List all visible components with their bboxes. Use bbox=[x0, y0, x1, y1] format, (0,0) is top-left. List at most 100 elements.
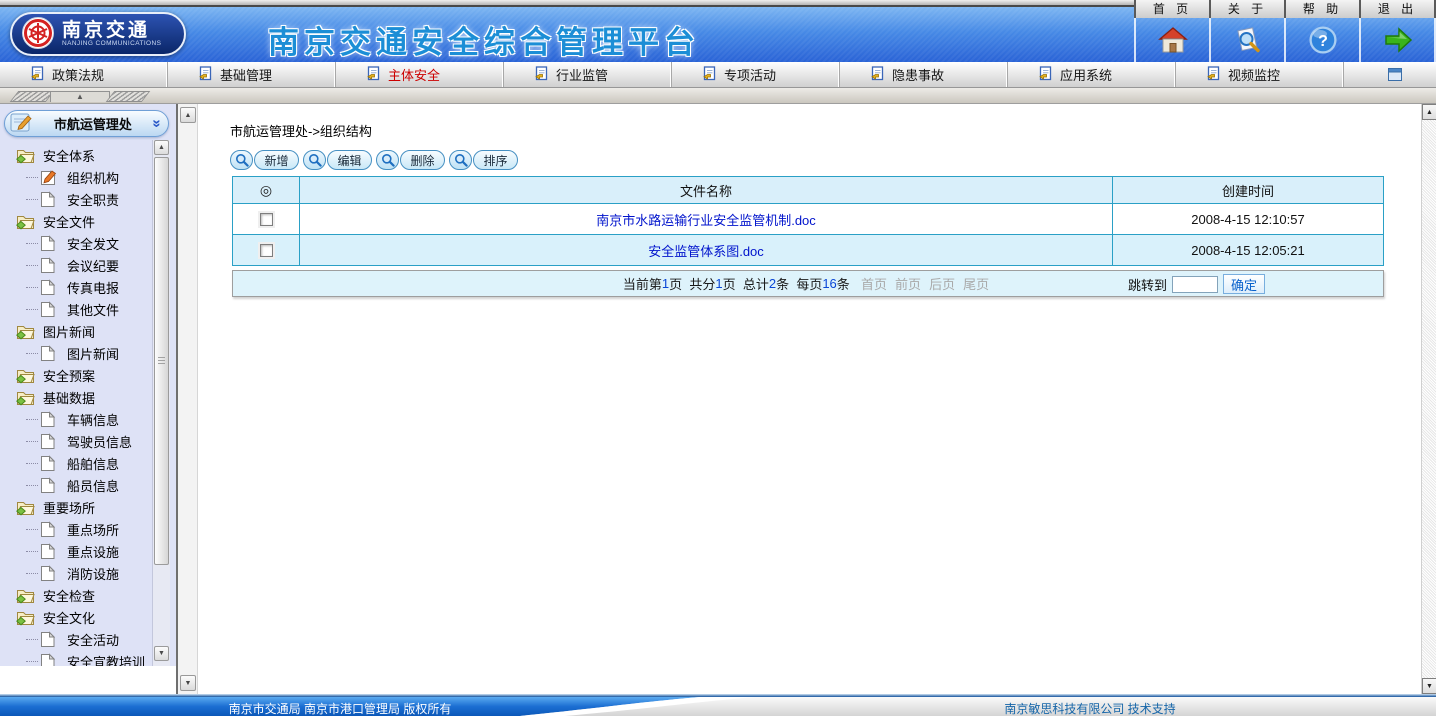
row-checkbox[interactable] bbox=[260, 244, 273, 257]
logo: 南京交通 NANJING COMMUNICATIONS bbox=[10, 12, 186, 56]
tree-item-label: 重要场所 bbox=[43, 498, 95, 517]
scroll-down-icon[interactable]: ▼ bbox=[154, 646, 169, 661]
quick-link[interactable]: 首 页 bbox=[1136, 0, 1211, 18]
tree-scrollbar[interactable]: ▲ ▼ bbox=[152, 140, 170, 666]
help-icon[interactable]: ? bbox=[1286, 18, 1361, 62]
menu-tab-label: 基础管理 bbox=[220, 65, 272, 84]
tree-item[interactable]: 船员信息 bbox=[0, 474, 152, 496]
quick-link[interactable]: 退 出 bbox=[1361, 0, 1436, 18]
toolbar-button-label: 新增 bbox=[254, 150, 299, 170]
home-icon[interactable] bbox=[1134, 18, 1211, 62]
toolbar-button[interactable]: 排序 bbox=[449, 150, 518, 170]
splitter-collapse-button[interactable]: ▲ bbox=[50, 91, 110, 102]
tree-item[interactable]: 重点场所 bbox=[0, 518, 152, 540]
file-link[interactable]: 南京市水路运输行业安全监管机制.doc bbox=[596, 210, 816, 229]
tree-item[interactable]: 图片新闻 bbox=[0, 320, 152, 342]
folder-icon bbox=[16, 367, 35, 384]
scroll-up-icon[interactable]: ▲ bbox=[154, 140, 169, 155]
tree-item[interactable]: 图片新闻 bbox=[0, 342, 152, 364]
scroll-up-icon[interactable]: ▲ bbox=[180, 107, 196, 123]
tree-item-label: 图片新闻 bbox=[43, 322, 95, 341]
tree-item[interactable]: 船舶信息 bbox=[0, 452, 152, 474]
quick-link[interactable]: 帮 助 bbox=[1286, 0, 1361, 18]
content-frames: 市航运管理处 » bbox=[0, 104, 1436, 694]
tree-item[interactable]: 安全发文 bbox=[0, 232, 152, 254]
folder-icon bbox=[16, 389, 35, 406]
select-all-icon[interactable]: ◎ bbox=[260, 182, 272, 199]
tree-item-label: 安全文件 bbox=[43, 212, 95, 231]
tree-item[interactable]: 安全职责 bbox=[0, 188, 152, 210]
pagination-segment: 2 bbox=[769, 276, 776, 291]
pagination-bar: 当前第1页 共分1页 总计2条 每页16条 首页前页后页尾页 跳转到 确定 bbox=[232, 270, 1384, 297]
tree-item[interactable]: 安全文化 bbox=[0, 606, 152, 628]
menu-doc-icon bbox=[702, 66, 717, 84]
sidebar-tree: 安全体系 bbox=[0, 144, 152, 666]
tree-item[interactable]: 安全预案 bbox=[0, 364, 152, 386]
select-all-header[interactable]: ◎ bbox=[233, 177, 299, 203]
tree-item-label: 传真电报 bbox=[67, 278, 119, 297]
menu-tab[interactable]: 基础管理 bbox=[168, 62, 336, 87]
sidebar-department-selector[interactable]: 市航运管理处 » bbox=[4, 110, 169, 137]
tree-item[interactable]: 安全文件 bbox=[0, 210, 152, 232]
menu-tab-label: 应用系统 bbox=[1060, 65, 1112, 84]
tree-item-label: 安全预案 bbox=[43, 366, 95, 385]
confirm-button[interactable]: 确定 bbox=[1223, 274, 1265, 294]
pagination-segment: 1 bbox=[662, 276, 669, 291]
menu-tab[interactable]: 政策法规 bbox=[0, 62, 168, 87]
toolbar-button[interactable]: 编辑 bbox=[303, 150, 372, 170]
footer-copyright: 南京市交通局 南京市港口管理局 版权所有 bbox=[140, 700, 540, 716]
tree-item-label: 驾驶员信息 bbox=[67, 432, 132, 451]
tree-item[interactable]: 组织机构 bbox=[0, 166, 152, 188]
logo-subtitle: NANJING COMMUNICATIONS bbox=[62, 41, 161, 48]
menu-tab[interactable]: 主体安全 bbox=[336, 62, 504, 87]
menu-tab[interactable]: 行业监管 bbox=[504, 62, 672, 87]
row-checkbox[interactable] bbox=[260, 213, 273, 226]
tree-item[interactable]: 传真电报 bbox=[0, 276, 152, 298]
tree-item[interactable]: 基础数据 bbox=[0, 386, 152, 408]
menu-tab[interactable]: 应用系统 bbox=[1008, 62, 1176, 87]
jump-page-input[interactable] bbox=[1172, 276, 1218, 293]
exit-icon[interactable] bbox=[1361, 18, 1436, 62]
page-link[interactable]: 后页 bbox=[929, 274, 955, 293]
splitter-handle[interactable]: ▲ bbox=[14, 91, 146, 102]
tree-item[interactable]: 会议纪要 bbox=[0, 254, 152, 276]
menu-tab[interactable]: 隐患事故 bbox=[840, 62, 1008, 87]
about-icon[interactable] bbox=[1211, 18, 1286, 62]
tree-item[interactable]: 重要场所 bbox=[0, 496, 152, 518]
document-icon bbox=[40, 565, 55, 582]
tree-item[interactable]: 驾驶员信息 bbox=[0, 430, 152, 452]
page-scrollbar[interactable]: ▲ ▼ bbox=[1421, 104, 1436, 694]
tree-item[interactable]: 安全体系 bbox=[0, 144, 152, 166]
splitter-bar: ▲ bbox=[0, 88, 1436, 104]
tree-item[interactable]: 安全检查 bbox=[0, 584, 152, 606]
menu-tab[interactable]: 专项活动 bbox=[672, 62, 840, 87]
page-link[interactable]: 前页 bbox=[895, 274, 921, 293]
quick-link[interactable]: 关 于 bbox=[1211, 0, 1286, 18]
file-table: ◎ 文件名称 创建时间 南京市水路运输行业安全监管机制.doc 2008-4-1… bbox=[232, 176, 1384, 266]
tree-item[interactable]: 其他文件 bbox=[0, 298, 152, 320]
menu-tab[interactable]: 视频监控 bbox=[1176, 62, 1344, 87]
file-link[interactable]: 安全监管体系图.doc bbox=[648, 241, 764, 260]
toolbar-button[interactable]: 新增 bbox=[230, 150, 299, 170]
scroll-down-icon[interactable]: ▼ bbox=[180, 675, 196, 691]
pagination-counts: 当前第1页 共分1页 总计2条 每页16条 bbox=[623, 274, 857, 293]
tree-item[interactable]: 车辆信息 bbox=[0, 408, 152, 430]
scroll-down-icon[interactable]: ▼ bbox=[1422, 678, 1436, 694]
jump-controls: 跳转到 确定 bbox=[1128, 273, 1265, 295]
footer: 南京市交通局 南京市港口管理局 版权所有 南京敏思科技有限公司 技术支持 bbox=[0, 694, 1436, 716]
tree-item[interactable]: 消防设施 bbox=[0, 562, 152, 584]
chevron-down-icon[interactable]: » bbox=[149, 119, 164, 127]
document-icon bbox=[40, 235, 55, 252]
window-icon[interactable] bbox=[1384, 68, 1436, 84]
left-frame-scrollbar[interactable]: ▲ ▼ bbox=[178, 104, 198, 694]
scroll-up-icon[interactable]: ▲ bbox=[1422, 104, 1436, 120]
pagination-segment: 页 总计 bbox=[723, 274, 769, 293]
tree-item[interactable]: 安全宣教培训 bbox=[0, 650, 152, 666]
page-link[interactable]: 首页 bbox=[861, 274, 887, 293]
tree-item[interactable]: 安全活动 bbox=[0, 628, 152, 650]
document-icon bbox=[40, 411, 55, 428]
page-link[interactable]: 尾页 bbox=[963, 274, 989, 293]
scrollbar-thumb[interactable] bbox=[154, 157, 169, 565]
tree-item[interactable]: 重点设施 bbox=[0, 540, 152, 562]
toolbar-button[interactable]: 删除 bbox=[376, 150, 445, 170]
